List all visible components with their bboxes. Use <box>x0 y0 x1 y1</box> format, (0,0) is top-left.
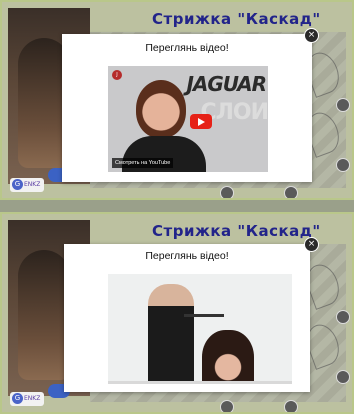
slide-title: Стрижка "Каскад" <box>152 222 321 240</box>
slide-nav-dot[interactable] <box>220 400 234 412</box>
video-progress-bar[interactable] <box>108 381 292 384</box>
video-player[interactable]: JAGUAR СЛОИ J Смотреть на YouTube <box>108 66 268 172</box>
slide-nav-dot[interactable] <box>284 186 298 198</box>
play-icon[interactable] <box>190 114 212 129</box>
channel-logo-icon[interactable]: J <box>112 70 122 80</box>
slide-nav-dot[interactable] <box>220 186 234 198</box>
slide-panel-1: ENKZ Стрижка "Каскад" Переглянь відео! J… <box>0 0 354 200</box>
close-icon[interactable]: × <box>304 28 319 43</box>
video-modal: Переглянь відео! JAGUAR СЛОИ J Смотреть … <box>62 34 312 182</box>
client-image <box>202 330 254 384</box>
video-brand-text: JAGUAR <box>186 72 267 96</box>
presenter-image <box>136 80 186 138</box>
watch-on-youtube-link[interactable]: Смотреть на YouTube <box>112 158 174 168</box>
modal-heading: Переглянь відео! <box>145 42 229 54</box>
slide-title: Стрижка "Каскад" <box>152 10 321 28</box>
slide-nav-dot[interactable] <box>284 400 298 412</box>
slide-nav-dot[interactable] <box>336 370 350 384</box>
brand-badge[interactable]: ENKZ <box>10 392 44 406</box>
slide-nav-dot[interactable] <box>336 158 350 172</box>
slide-nav-dot[interactable] <box>336 310 350 324</box>
modal-heading: Переглянь відео! <box>145 250 229 262</box>
brand-badge[interactable]: ENKZ <box>10 178 44 192</box>
slide-nav-dot[interactable] <box>336 98 350 112</box>
close-icon[interactable]: × <box>304 237 319 252</box>
slide-panel-2: ENKZ Стрижка "Каскад" Переглянь відео! × <box>0 212 354 414</box>
video-modal: Переглянь відео! <box>64 244 310 392</box>
stylist-image <box>148 284 194 384</box>
comb-image <box>184 314 224 317</box>
video-player[interactable] <box>108 274 292 384</box>
